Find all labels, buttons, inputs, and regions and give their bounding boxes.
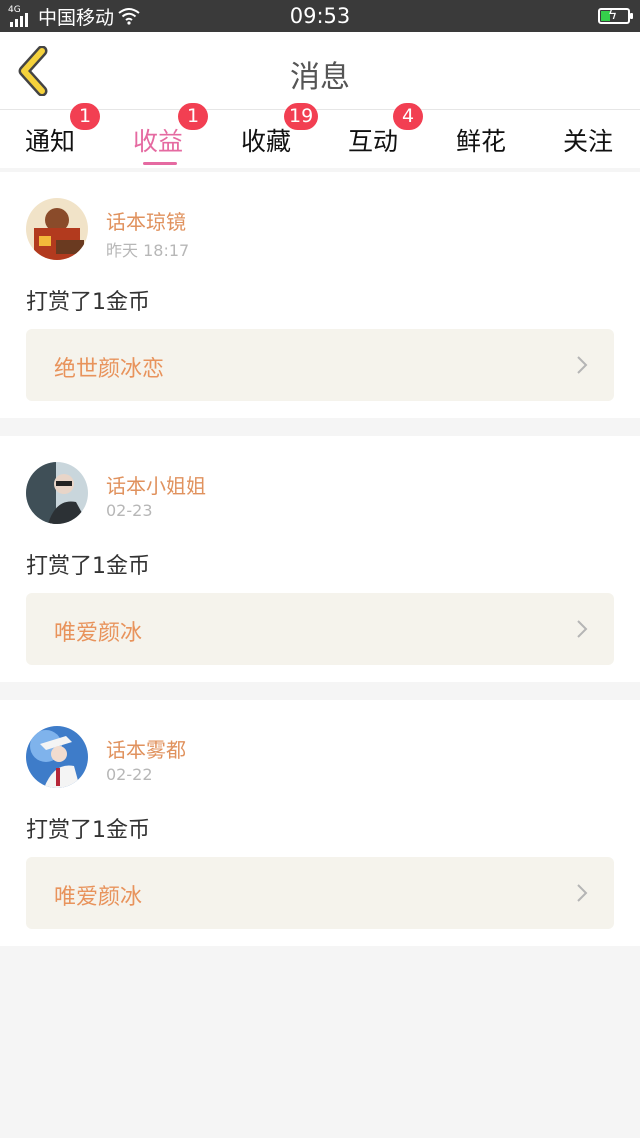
- message-card: 话本琼镜 昨天 18:17 打赏了1金币 绝世颜冰恋: [0, 172, 640, 418]
- book-title: 绝世颜冰恋: [54, 357, 165, 382]
- message-card: 话本小姐姐 02-23 打赏了1金币 唯爱颜冰: [0, 436, 640, 682]
- message-time: 昨天 18:17: [106, 241, 190, 260]
- tab-label: 关注: [562, 127, 613, 156]
- status-bar: 4G 中国移动 09:53 ϟ: [0, 0, 640, 32]
- message-text: 打赏了1金币: [26, 554, 150, 579]
- book-link[interactable]: 唯爱颜冰: [26, 857, 614, 929]
- tab-follow[interactable]: 关注: [538, 110, 638, 168]
- avatar[interactable]: [26, 198, 88, 260]
- battery-icon: ϟ: [598, 7, 633, 24]
- avatar[interactable]: [26, 462, 88, 524]
- chevron-right-icon: [577, 356, 588, 374]
- tab-bar: 通知 1 收益 1 收藏 19 互动 4 鲜花 关注: [0, 103, 640, 168]
- message-text: 打赏了1金币: [26, 818, 150, 843]
- username[interactable]: 话本小姐姐: [106, 470, 206, 499]
- unread-badge: 1: [178, 103, 208, 130]
- message-card: 话本雾都 02-22 打赏了1金币 唯爱颜冰: [0, 700, 640, 946]
- book-link[interactable]: 唯爱颜冰: [26, 593, 614, 665]
- tab-label: 鲜花: [455, 127, 506, 156]
- page-title: 消息: [290, 60, 350, 95]
- active-tab-indicator: [143, 162, 177, 165]
- unread-badge: 1: [70, 103, 100, 130]
- message-time: 02-23: [106, 501, 153, 520]
- username[interactable]: 话本雾都: [106, 734, 186, 763]
- unread-badge: 19: [284, 103, 319, 130]
- tab-notice[interactable]: 通知 1: [0, 103, 100, 168]
- nav-header: 消息: [0, 32, 640, 110]
- book-title: 唯爱颜冰: [54, 621, 143, 646]
- unread-badge: 4: [393, 103, 423, 130]
- tab-earnings[interactable]: 收益 1: [108, 103, 208, 168]
- avatar[interactable]: [26, 726, 88, 788]
- book-link[interactable]: 绝世颜冰恋: [26, 329, 614, 401]
- clock: 09:53: [289, 4, 351, 28]
- message-text: 打赏了1金币: [26, 290, 150, 315]
- username[interactable]: 话本琼镜: [106, 206, 186, 235]
- message-time: 02-22: [106, 765, 153, 784]
- tab-interaction[interactable]: 互动 4: [323, 103, 423, 168]
- tab-flowers[interactable]: 鲜花: [431, 110, 531, 168]
- chevron-right-icon: [577, 884, 588, 902]
- chevron-right-icon: [577, 620, 588, 638]
- tab-favorites[interactable]: 收藏 19: [216, 103, 319, 168]
- book-title: 唯爱颜冰: [54, 885, 143, 910]
